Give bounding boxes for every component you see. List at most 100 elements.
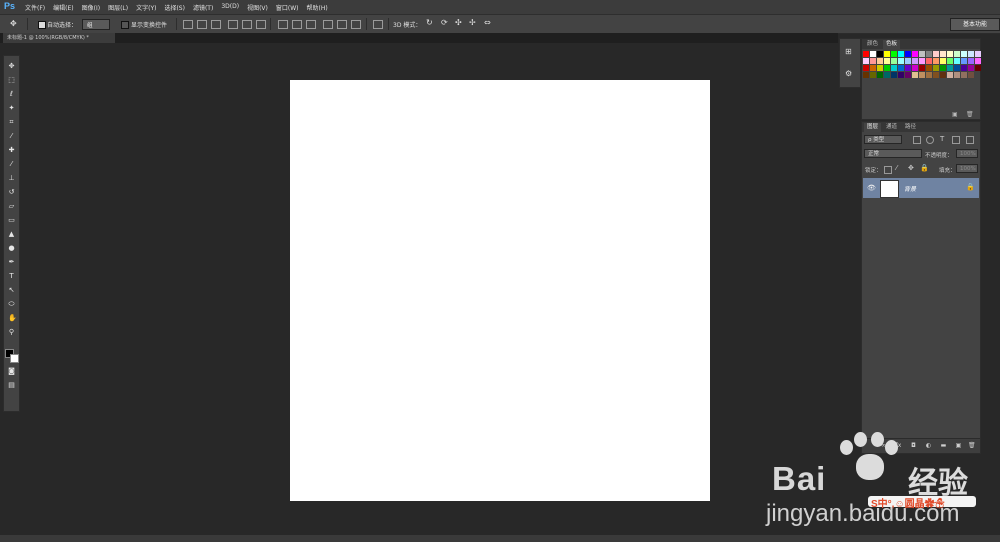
color-swatch[interactable] <box>954 72 960 78</box>
menu-window[interactable]: 窗口(W) <box>276 3 299 12</box>
color-swatch[interactable] <box>919 58 925 64</box>
color-swatch[interactable] <box>933 51 939 57</box>
color-swatch[interactable] <box>919 72 925 78</box>
color-swatch[interactable] <box>877 65 883 71</box>
color-swatch[interactable] <box>905 51 911 57</box>
properties-panel-icon[interactable]: ⚙ <box>845 69 855 79</box>
distribute-left-icon[interactable] <box>323 20 333 29</box>
layer-name[interactable]: 背景 <box>904 184 916 193</box>
color-swatch[interactable] <box>891 51 897 57</box>
color-swatch[interactable] <box>891 65 897 71</box>
move-tool-icon[interactable]: ✥ <box>10 19 20 29</box>
tab-color[interactable]: 颜色 <box>864 40 881 49</box>
align-bottom-icon[interactable] <box>211 20 221 29</box>
filter-type-icon[interactable]: T <box>940 135 944 143</box>
lasso-tool-icon[interactable]: ℓ <box>8 91 15 98</box>
color-swatch[interactable] <box>919 65 925 71</box>
color-swatch[interactable] <box>912 58 918 64</box>
tab-layers[interactable]: 图层 <box>864 123 882 132</box>
color-swatch[interactable] <box>961 58 967 64</box>
color-swatch[interactable] <box>975 65 981 71</box>
healing-brush-tool-icon[interactable]: ✚ <box>8 147 15 154</box>
color-swatch[interactable] <box>926 51 932 57</box>
menu-edit[interactable]: 编辑(E) <box>53 3 73 12</box>
blur-tool-icon[interactable]: ▲ <box>8 231 15 238</box>
color-swatch[interactable] <box>870 51 876 57</box>
color-swatch[interactable] <box>933 65 939 71</box>
color-swatch[interactable] <box>898 58 904 64</box>
hand-tool-icon[interactable]: ✋ <box>8 315 17 322</box>
color-swatch[interactable] <box>884 65 890 71</box>
color-swatch[interactable] <box>947 58 953 64</box>
lock-transparent-icon[interactable] <box>884 166 892 174</box>
color-swatch[interactable] <box>926 58 932 64</box>
clone-stamp-tool-icon[interactable]: ⊥ <box>8 175 15 182</box>
color-swatch[interactable] <box>919 51 925 57</box>
align-hcenter-icon[interactable] <box>242 20 252 29</box>
color-swatch[interactable] <box>961 65 967 71</box>
auto-select-dropdown[interactable]: 组 <box>82 19 110 30</box>
3d-scale-icon[interactable]: ⇔ <box>484 18 491 27</box>
path-selection-tool-icon[interactable]: ↖ <box>8 287 15 294</box>
delete-swatch-icon[interactable]: 🗑 <box>966 111 974 118</box>
type-tool-icon[interactable]: T <box>8 273 15 280</box>
color-swatch[interactable] <box>884 58 890 64</box>
pen-tool-icon[interactable]: ✒ <box>8 259 15 266</box>
move-tool-icon[interactable]: ✥ <box>8 63 15 70</box>
menu-3d[interactable]: 3D(D) <box>221 3 239 12</box>
visibility-eye-icon[interactable]: 👁 <box>867 184 876 192</box>
color-swatch[interactable] <box>947 51 953 57</box>
layer-filter-dropdown[interactable]: ρ 类型 <box>864 135 902 144</box>
color-swatch[interactable] <box>975 58 981 64</box>
color-swatch[interactable] <box>898 51 904 57</box>
gradient-tool-icon[interactable]: ▭ <box>8 217 15 224</box>
history-brush-tool-icon[interactable]: ↺ <box>8 189 15 196</box>
3d-rotate-icon[interactable]: ↻ <box>426 18 433 27</box>
auto-align-icon[interactable] <box>373 20 383 29</box>
quick-mask-icon[interactable]: ◙ <box>8 368 15 375</box>
distribute-top-icon[interactable] <box>278 20 288 29</box>
color-swatch[interactable] <box>884 72 890 78</box>
eraser-tool-icon[interactable]: ▱ <box>8 203 15 210</box>
tab-swatches[interactable]: 色板 <box>883 40 901 49</box>
color-swatch[interactable] <box>968 65 974 71</box>
color-swatch[interactable] <box>947 72 953 78</box>
shape-tool-icon[interactable]: ⬭ <box>8 301 15 308</box>
color-swatch[interactable] <box>940 51 946 57</box>
filter-pixel-icon[interactable] <box>913 136 921 144</box>
color-swatch[interactable] <box>870 58 876 64</box>
color-swatch[interactable] <box>933 58 939 64</box>
history-panel-icon[interactable]: ⊞ <box>845 47 855 57</box>
3d-slide-icon[interactable]: ✢ <box>469 18 476 27</box>
menu-image[interactable]: 图像(I) <box>82 3 100 12</box>
color-swatch[interactable] <box>912 65 918 71</box>
tab-paths[interactable]: 路径 <box>902 123 919 132</box>
color-swatch[interactable] <box>905 65 911 71</box>
brush-tool-icon[interactable]: ⁄ <box>8 161 15 168</box>
new-swatch-icon[interactable]: ▣ <box>952 111 958 118</box>
magic-wand-tool-icon[interactable]: ✦ <box>8 105 15 112</box>
workspace-switcher[interactable]: 基本功能 <box>950 18 1000 31</box>
fill-field[interactable]: 100% <box>956 164 978 173</box>
color-swatch[interactable] <box>926 65 932 71</box>
color-swatch[interactable] <box>877 58 883 64</box>
align-vcenter-icon[interactable] <box>197 20 207 29</box>
document-tab[interactable]: 未标题-1 @ 100%(RGB/8/CMYK) * <box>3 33 115 43</box>
zoom-tool-icon[interactable]: ⚲ <box>8 329 15 336</box>
color-swatch[interactable] <box>940 72 946 78</box>
distribute-right-icon[interactable] <box>351 20 361 29</box>
menu-select[interactable]: 选择(S) <box>164 3 185 12</box>
filter-adjustment-icon[interactable] <box>926 136 934 144</box>
filter-shape-icon[interactable] <box>952 136 960 144</box>
filter-smart-object-icon[interactable] <box>966 136 974 144</box>
opacity-field[interactable]: 100% <box>956 149 978 158</box>
color-swatch[interactable] <box>926 72 932 78</box>
color-swatch[interactable] <box>870 72 876 78</box>
color-swatch[interactable] <box>863 58 869 64</box>
3d-roll-icon[interactable]: ⟳ <box>441 18 448 27</box>
color-swatch[interactable] <box>884 51 890 57</box>
3d-drag-icon[interactable]: ✣ <box>455 18 462 27</box>
color-swatch[interactable] <box>940 58 946 64</box>
color-swatch[interactable] <box>968 58 974 64</box>
marquee-tool-icon[interactable]: ⬚ <box>8 77 15 84</box>
